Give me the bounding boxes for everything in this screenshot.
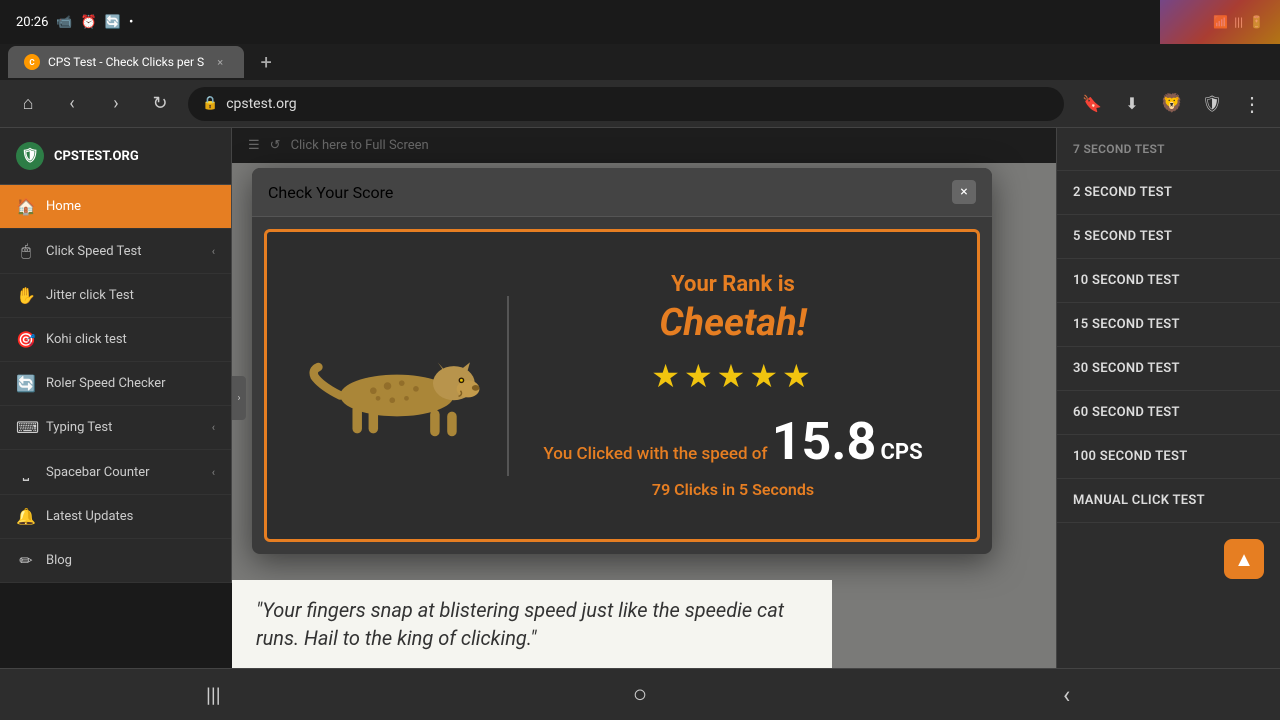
chevron-icon-3: ‹ [212,466,215,479]
rank-name: Cheetah! [539,301,927,345]
quote-text: "Your fingers snap at blistering speed j… [232,580,832,668]
sidebar-item-spacebar-counter[interactable]: ⎵ Spacebar Counter ‹ [0,450,231,495]
dialog-body: Your Rank is Cheetah! ★★★★★ You Clicked … [264,229,980,542]
right-item-15sec[interactable]: 15 SECOND TEST [1057,303,1280,347]
dialog-close-button[interactable]: × [952,180,976,204]
dialog-header: Check Your Score × [252,168,992,217]
main-content: ☰ ↺ Click here to Full Screen Check Your… [232,128,1056,668]
browser-actions: 🔖 ⬇ 🦁 🛡 ⋮ [1076,88,1268,120]
right-item-7sec[interactable]: 7 SECOND TEST [1057,128,1280,171]
scroll-top-button[interactable]: ▲ [1224,539,1264,579]
shield-button[interactable]: 🛡 [1196,88,1228,120]
tab-close-button[interactable]: × [212,54,228,70]
sidebar-item-typing-label: Typing Test [46,420,112,435]
right-item-10sec[interactable]: 10 SECOND TEST [1057,259,1280,303]
chevron-icon-2: ‹ [212,421,215,434]
dialog-overlay: Check Your Score × [232,128,1056,668]
home-nav-button[interactable]: ⌂ [12,88,44,120]
target-icon: 🎯 [16,330,36,349]
sidebar-item-spacebar-label: Spacebar Counter [46,465,150,480]
refresh-nav-button[interactable]: ↻ [144,88,176,120]
status-gradient [1160,0,1280,44]
cheetah-image [307,331,487,441]
bell-icon: 🔔 [16,507,36,526]
status-bar: 20:26 📹 ⏰ 🔄 • 📶 ||| 🔋 [0,0,1280,44]
nav-menu-button[interactable]: ||| [183,675,243,715]
bookmark-button[interactable]: 🔖 [1076,88,1108,120]
sidebar-item-home[interactable]: 🏠 Home [0,185,231,229]
cheetah-side [287,311,507,461]
sidebar-item-blog[interactable]: ✏ Blog [0,539,231,583]
notification-dot: • [129,15,133,30]
logo-icon: 🛡 [16,142,44,170]
sidebar-wrapper: 🛡 CPSTEST.ORG 🏠 Home 🖱 Click Speed Test … [0,128,232,668]
cycle-icon: 🔄 [16,374,36,393]
keyboard-icon: ⌨ [16,418,36,437]
right-item-2sec[interactable]: 2 SECOND TEST [1057,171,1280,215]
right-sidebar: 7 SECOND TEST 2 SECOND TEST 5 SECOND TES… [1056,128,1280,668]
tab-bar: C CPS Test - Check Clicks per S × + [0,44,1280,80]
address-bar-row: ⌂ ‹ › ↻ 🔒 cpstest.org 🔖 ⬇ 🦁 🛡 ⋮ [0,80,1280,128]
sidebar-item-click-speed-test[interactable]: 🖱 Click Speed Test ‹ [0,229,231,274]
sidebar-item-roler-speed[interactable]: 🔄 Roler Speed Checker [0,362,231,406]
sidebar-toggle-button[interactable]: › [232,376,246,420]
sidebar-item-jitter-click[interactable]: ✋ Jitter click Test [0,274,231,318]
speed-number: 15.8 [772,411,877,472]
sidebar-item-typing-test[interactable]: ⌨ Typing Test ‹ [0,406,231,450]
main-layout: 🛡 CPSTEST.ORG 🏠 Home 🖱 Click Speed Test … [0,128,1280,668]
rank-label: Your Rank is [539,272,927,297]
status-left: 20:26 📹 ⏰ 🔄 • [16,15,133,30]
alarm-icon: ⏰ [81,15,97,30]
right-item-100sec[interactable]: 100 SECOND TEST [1057,435,1280,479]
sidebar: 🛡 CPSTEST.ORG 🏠 Home 🖱 Click Speed Test … [0,128,232,583]
bottom-nav: ||| ○ ‹ [0,668,1280,720]
score-dialog: Check Your Score × [252,168,992,554]
stars-display: ★★★★★ [539,357,927,395]
dialog-title: Check Your Score [268,183,393,202]
sidebar-item-click-label: Click Speed Test [46,244,142,259]
video-icon: 📹 [56,15,72,30]
tab-title: CPS Test - Check Clicks per S [48,55,204,69]
right-item-30sec[interactable]: 30 SECOND TEST [1057,347,1280,391]
home-icon: 🏠 [16,197,36,216]
nav-home-button[interactable]: ○ [610,675,670,715]
sidebar-item-roler-label: Roler Speed Checker [46,376,166,391]
speed-unit: CPS [881,440,923,465]
brave-button[interactable]: 🦁 [1156,88,1188,120]
sidebar-item-home-label: Home [46,199,81,214]
nav-back-button[interactable]: ‹ [1037,675,1097,715]
hand-icon: ✋ [16,286,36,305]
right-item-5sec[interactable]: 5 SECOND TEST [1057,215,1280,259]
forward-nav-button[interactable]: › [100,88,132,120]
speed-text: You Clicked with the speed of 15.8 CPS [539,411,927,472]
mouse-icon: 🖱 [16,241,36,261]
sidebar-item-jitter-label: Jitter click Test [46,288,134,303]
back-nav-button[interactable]: ‹ [56,88,88,120]
spacebar-icon: ⎵ [16,462,36,482]
sync-icon: 🔄 [105,15,121,30]
menu-button[interactable]: ⋮ [1236,88,1268,120]
active-tab[interactable]: C CPS Test - Check Clicks per S × [8,46,244,78]
sidebar-item-latest-updates[interactable]: 🔔 Latest Updates [0,495,231,539]
logo-text: CPSTEST.ORG [54,149,139,164]
chevron-icon-1: ‹ [212,245,215,258]
tab-favicon: C [24,54,40,70]
address-bar[interactable]: 🔒 cpstest.org [188,87,1064,121]
status-time: 20:26 [16,15,48,30]
url-text: cpstest.org [226,96,296,112]
download-button[interactable]: ⬇ [1116,88,1148,120]
right-item-60sec[interactable]: 60 SECOND TEST [1057,391,1280,435]
right-item-manual[interactable]: MANUAL CLICK TEST [1057,479,1280,523]
new-tab-button[interactable]: + [252,48,280,76]
sidebar-item-updates-label: Latest Updates [46,509,133,524]
sidebar-item-kohi-click[interactable]: 🎯 Kohi click test [0,318,231,362]
lock-icon: 🔒 [202,96,218,111]
result-side: Your Rank is Cheetah! ★★★★★ You Clicked … [509,252,957,519]
clicks-info: 79 Clicks in 5 Seconds [539,480,927,499]
sidebar-item-blog-label: Blog [46,553,72,568]
edit-icon: ✏ [16,551,36,570]
sidebar-logo: 🛡 CPSTEST.ORG [0,128,231,185]
sidebar-item-kohi-label: Kohi click test [46,332,127,347]
